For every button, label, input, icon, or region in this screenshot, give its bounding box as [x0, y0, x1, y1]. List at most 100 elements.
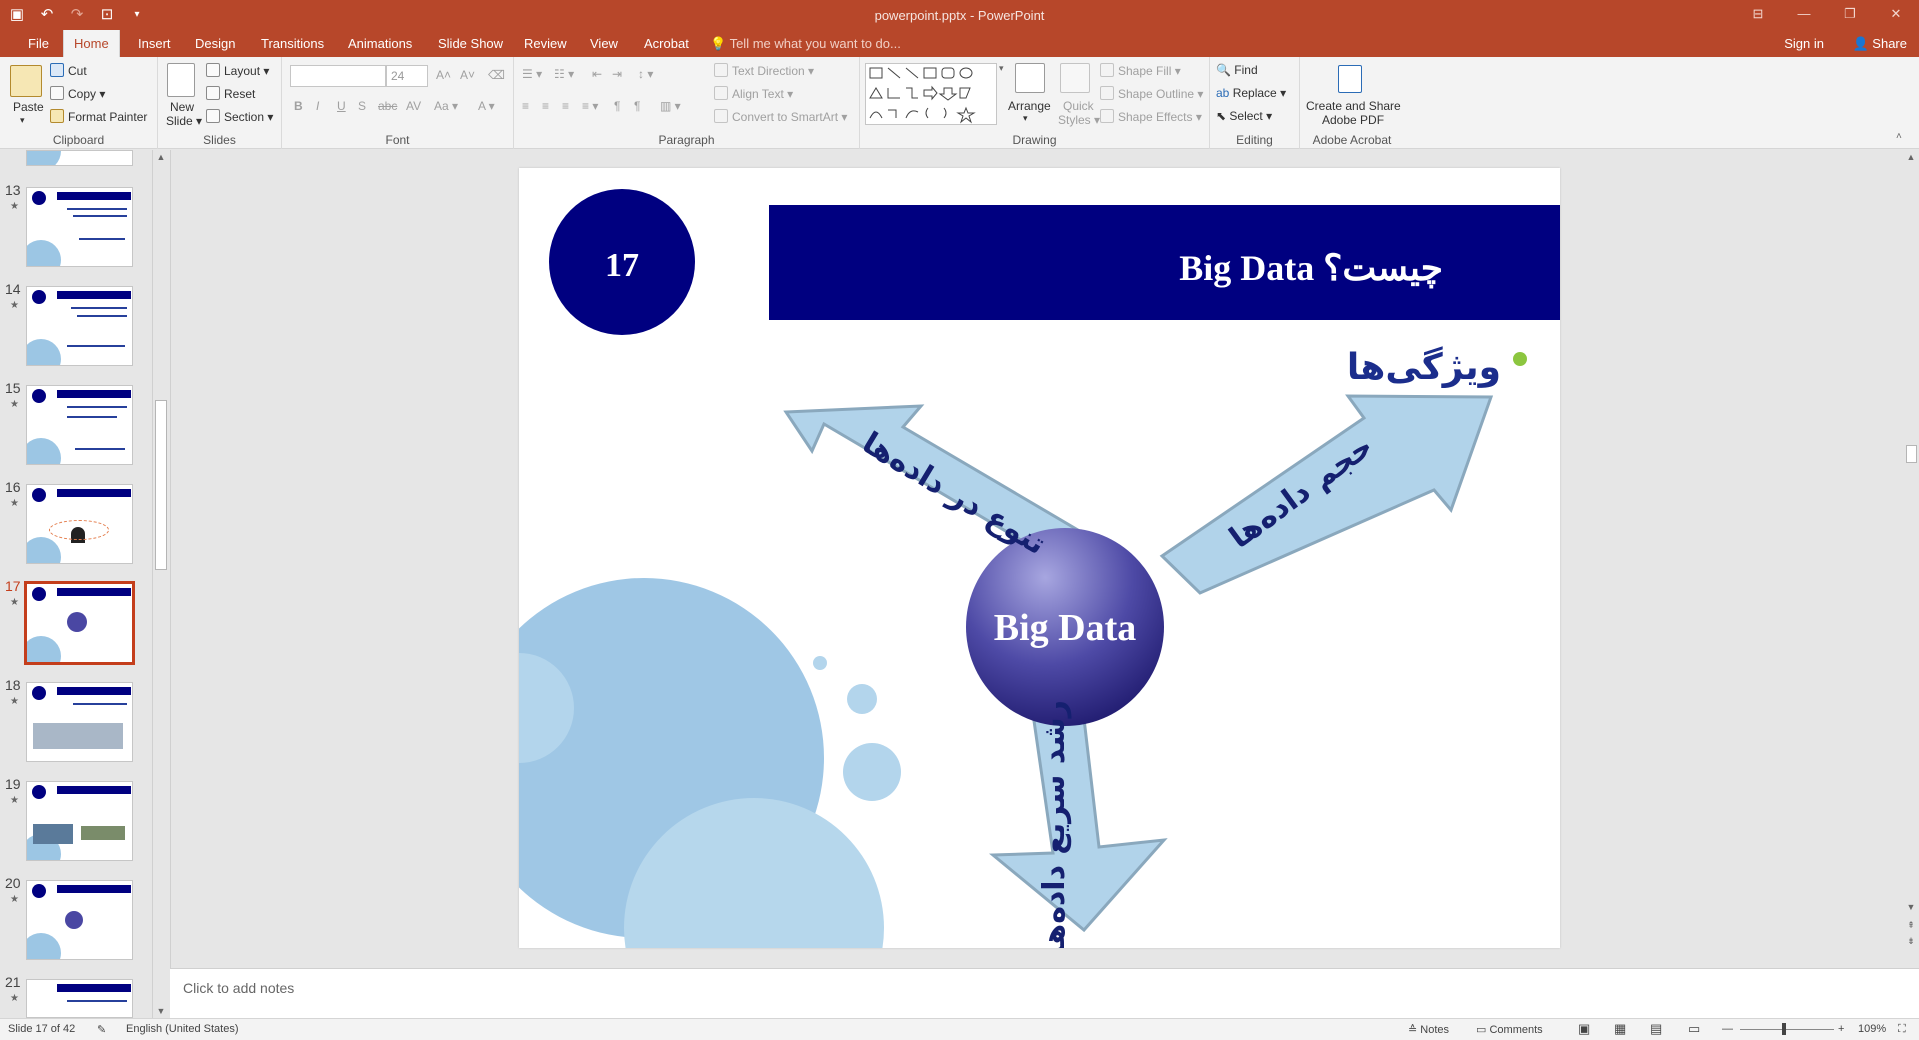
tab-insert[interactable]: Insert — [128, 30, 181, 57]
reading-view-icon[interactable]: ▤ — [1650, 1021, 1662, 1037]
convert-smartart-button[interactable]: Convert to SmartArt ▾ — [714, 109, 847, 124]
sign-in-link[interactable]: Sign in — [1784, 30, 1824, 57]
tab-animations[interactable]: Animations — [338, 30, 422, 57]
bullets-icon[interactable]: ☰ ▾ — [522, 67, 542, 81]
scroll-down-icon[interactable]: ▼ — [153, 1006, 169, 1016]
next-slide-icon[interactable]: ⇟ — [1903, 936, 1919, 947]
restore-button[interactable]: ❐ — [1827, 0, 1873, 30]
tab-home[interactable]: Home — [63, 30, 120, 57]
font-size-input[interactable]: 24 — [386, 65, 428, 87]
shape-fill-button[interactable]: Shape Fill ▾ — [1100, 63, 1181, 78]
paste-button[interactable]: Paste — [13, 100, 44, 114]
font-color-icon[interactable]: A ▾ — [478, 99, 495, 113]
thumbnail-scrollbar[interactable]: ▲ ▼ — [152, 150, 168, 1018]
shadow-icon[interactable]: S — [358, 99, 366, 113]
slide-canvas[interactable]: 17 Big Data چیست؟ ویژگی‌ها Big Data تنوع… — [519, 168, 1560, 948]
slide-thumbnail-selected[interactable] — [24, 581, 135, 665]
justify-icon[interactable]: ≡ ▾ — [582, 99, 598, 113]
columns-icon[interactable]: ▥ ▾ — [660, 99, 681, 113]
zoom-slider-track[interactable] — [1740, 1029, 1834, 1030]
zoom-level[interactable]: 109% — [1858, 1023, 1886, 1035]
scroll-up-icon[interactable]: ▲ — [153, 152, 169, 162]
create-share-pdf-label-2[interactable]: Adobe PDF — [1322, 113, 1384, 127]
tab-acrobat[interactable]: Acrobat — [634, 30, 699, 57]
slide-thumbnail[interactable] — [26, 385, 133, 465]
format-painter-button[interactable]: Format Painter — [50, 109, 147, 124]
slide-thumbnail[interactable] — [26, 880, 133, 960]
line-spacing-icon[interactable]: ↕ ▾ — [638, 67, 653, 81]
slide-scroll-thumb[interactable] — [1906, 445, 1917, 463]
create-share-pdf-button[interactable]: Create and Share — [1306, 99, 1401, 113]
italic-icon[interactable]: I — [316, 99, 319, 113]
slide-thumbnail[interactable] — [26, 286, 133, 366]
slide-sorter-icon[interactable]: ▦ — [1614, 1021, 1626, 1037]
section-button[interactable]: Section ▾ — [206, 109, 273, 124]
tab-view[interactable]: View — [580, 30, 628, 57]
bold-icon[interactable]: B — [294, 99, 303, 113]
tab-file[interactable]: File — [18, 30, 59, 57]
replace-button[interactable]: ab Replace ▾ — [1216, 86, 1286, 100]
close-button[interactable]: ✕ — [1873, 0, 1919, 30]
slide-thumbnail[interactable] — [26, 781, 133, 861]
arrange-button[interactable]: Arrange — [1008, 99, 1051, 113]
comments-button[interactable]: ▭ Comments — [1476, 1023, 1543, 1036]
numbering-icon[interactable]: ☷ ▾ — [554, 67, 574, 81]
new-slide-button[interactable]: Slide ▾ — [166, 114, 202, 128]
shape-outline-button[interactable]: Shape Outline ▾ — [1100, 86, 1203, 101]
slide-thumbnail-partial[interactable] — [26, 150, 133, 166]
tell-me-search[interactable]: 💡 Tell me what you want to do... — [710, 30, 901, 57]
shape-effects-button[interactable]: Shape Effects ▾ — [1100, 109, 1202, 124]
strikethrough-icon[interactable]: abc — [378, 99, 397, 113]
slide-thumbnail[interactable] — [26, 979, 133, 1018]
decrease-font-icon[interactable]: A˅ — [460, 68, 475, 82]
quick-styles-button[interactable]: Styles ▾ — [1058, 113, 1100, 127]
collapse-ribbon-icon[interactable]: ˄ — [1896, 131, 1902, 142]
paste-dropdown-icon[interactable]: ▾ — [20, 115, 25, 126]
text-direction-ltr-icon[interactable]: ¶ — [634, 99, 640, 113]
scroll-down-icon[interactable]: ▼ — [1903, 902, 1919, 912]
select-button[interactable]: ⬉ Select ▾ — [1216, 109, 1272, 123]
normal-view-icon[interactable]: ▣ — [1578, 1021, 1590, 1037]
fit-to-window-icon[interactable]: ⛶ — [1898, 1023, 1906, 1036]
decrease-indent-icon[interactable]: ⇤ — [592, 67, 602, 81]
character-spacing-icon[interactable]: AV — [406, 99, 421, 113]
change-case-icon[interactable]: Aa ▾ — [434, 99, 458, 113]
previous-slide-icon[interactable]: ⇞ — [1903, 920, 1919, 931]
copy-button[interactable]: Copy ▾ — [50, 86, 105, 101]
notes-toggle-button[interactable]: ≙ Notes — [1408, 1023, 1449, 1036]
tab-slide-show[interactable]: Slide Show — [428, 30, 513, 57]
new-slide-icon[interactable] — [167, 63, 195, 97]
shapes-gallery-more-icon[interactable]: ▾ — [999, 63, 1004, 74]
text-direction-button[interactable]: Text Direction ▾ — [714, 63, 814, 78]
minimize-button[interactable]: — — [1781, 0, 1827, 30]
scroll-up-icon[interactable]: ▲ — [1903, 152, 1919, 162]
increase-indent-icon[interactable]: ⇥ — [612, 67, 622, 81]
slide-thumbnail[interactable] — [26, 187, 133, 267]
tab-design[interactable]: Design — [185, 30, 245, 57]
increase-font-icon[interactable]: A˄ — [436, 68, 451, 82]
quick-styles-icon[interactable] — [1060, 63, 1090, 93]
align-left-icon[interactable]: ≡ — [522, 99, 529, 113]
create-pdf-icon[interactable] — [1338, 65, 1362, 93]
tab-review[interactable]: Review — [514, 30, 577, 57]
arrange-icon[interactable] — [1015, 63, 1045, 93]
quick-styles-label-1[interactable]: Quick — [1063, 99, 1094, 113]
language-indicator[interactable]: English (United States) — [126, 1023, 239, 1035]
spell-check-icon[interactable]: ✎ — [97, 1023, 106, 1036]
zoom-in-icon[interactable]: + — [1838, 1023, 1844, 1035]
zoom-out-icon[interactable]: — — [1722, 1023, 1733, 1035]
arrange-dropdown-icon[interactable]: ▾ — [1023, 113, 1028, 124]
slide-vertical-scrollbar[interactable]: ▲ ▼ ⇞ ⇟ — [1903, 150, 1919, 968]
thumbnail-scroll-thumb[interactable] — [155, 400, 167, 570]
paste-icon[interactable] — [10, 65, 42, 97]
slide-show-icon[interactable]: ▭ — [1688, 1021, 1700, 1037]
new-slide-label-1[interactable]: New — [170, 100, 194, 114]
notes-pane[interactable]: Click to add notes — [170, 968, 1919, 1018]
text-direction-rtl-icon[interactable]: ¶ — [614, 99, 620, 113]
share-button[interactable]: 👤 Share — [1852, 30, 1907, 57]
find-button[interactable]: 🔍 Find — [1216, 63, 1258, 77]
align-center-icon[interactable]: ≡ — [542, 99, 549, 113]
shapes-gallery[interactable] — [865, 63, 997, 125]
ribbon-display-options-icon[interactable]: ⊟ — [1735, 0, 1781, 30]
slide-thumbnail[interactable] — [26, 484, 133, 564]
